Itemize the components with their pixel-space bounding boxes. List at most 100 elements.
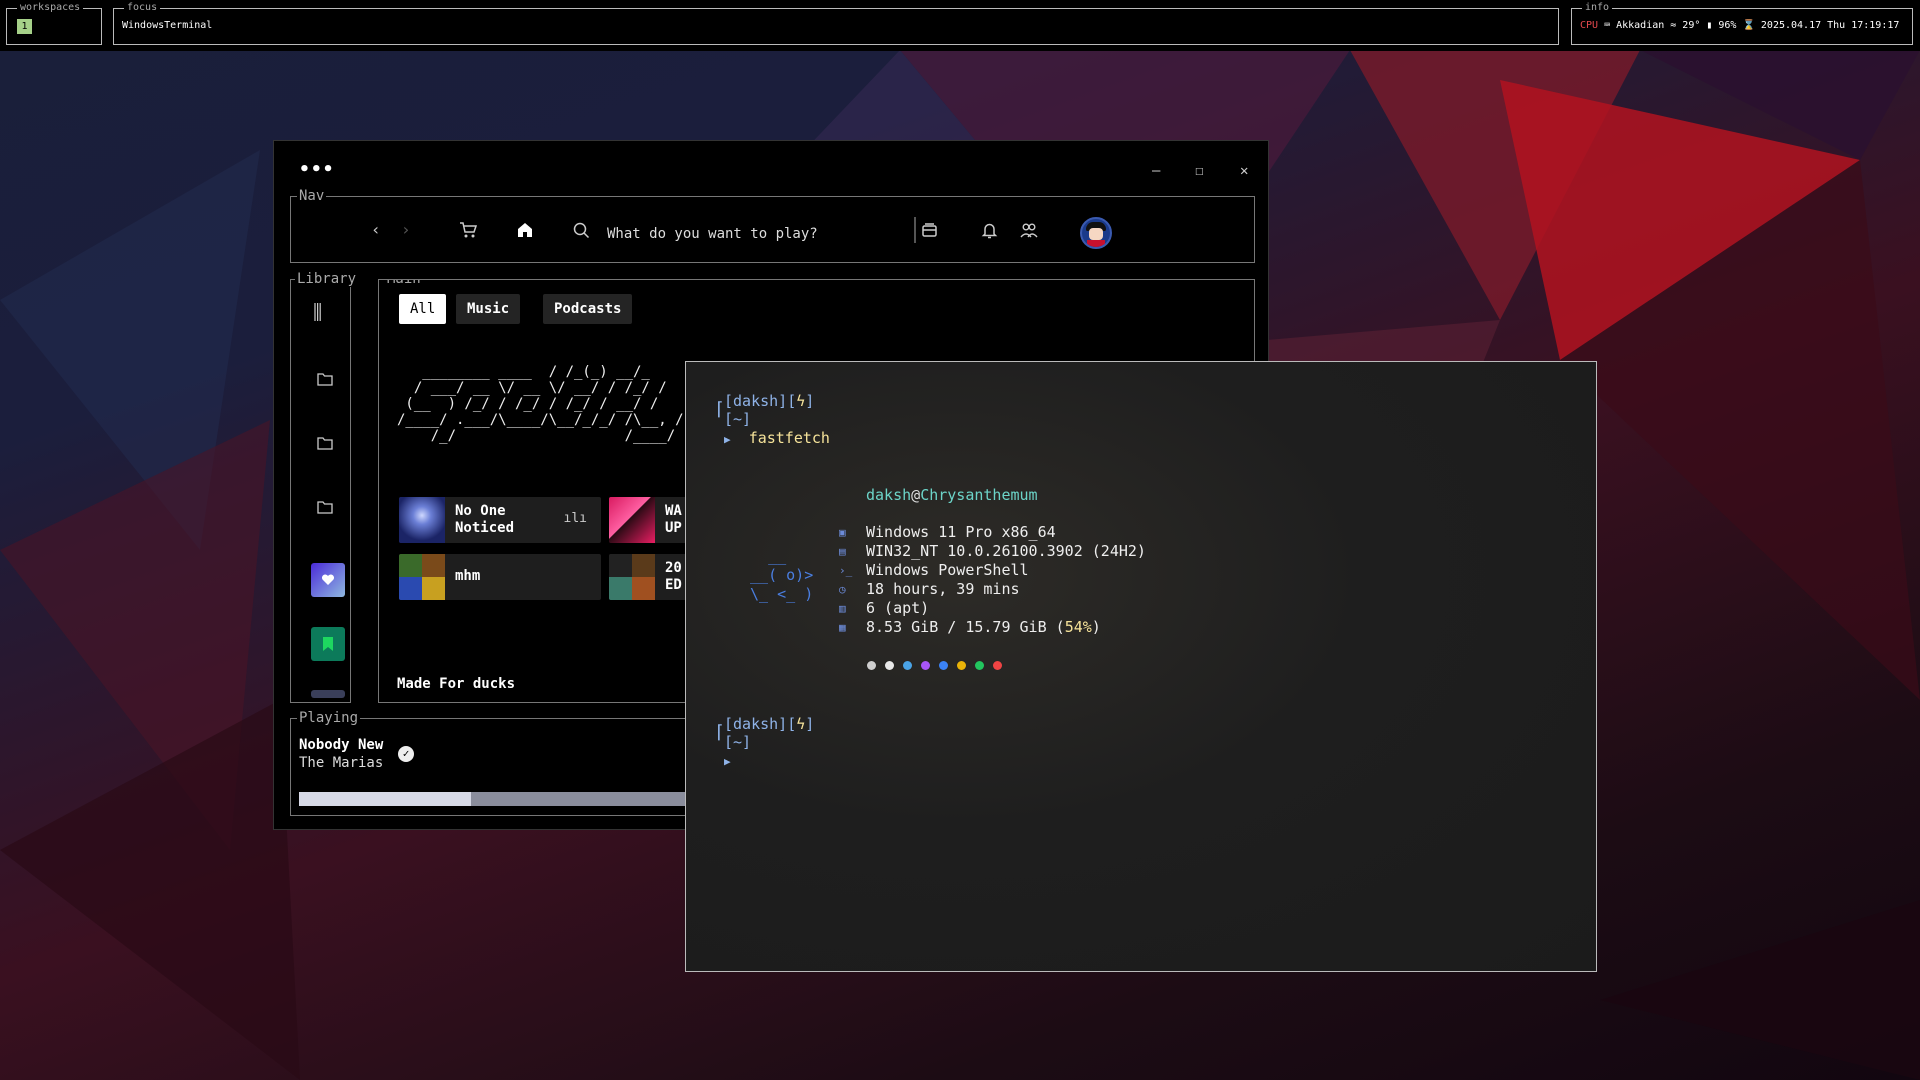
- chip-podcasts[interactable]: Podcasts: [543, 294, 633, 324]
- packages-info: ▥ 6 (apt): [839, 599, 930, 617]
- spotify-ascii-logo: ________ ____ / /_(_) __/_ / ___/ __ \/ …: [397, 364, 684, 444]
- kernel-icon: ▤: [839, 545, 846, 558]
- workspaces-label: workspaces: [17, 1, 84, 15]
- duck-ascii-logo: __ __( o)> \_ <_ ): [750, 547, 814, 603]
- battery-icon: ▮: [1706, 20, 1713, 31]
- nav-bar: Nav ‹ › What do you want to play?: [290, 188, 1255, 263]
- folder-icon[interactable]: [317, 500, 333, 514]
- minimize-button[interactable]: —: [1152, 163, 1160, 179]
- main-legend: Main: [385, 280, 423, 287]
- back-icon[interactable]: ‹: [371, 220, 381, 239]
- folder-icon[interactable]: [317, 436, 333, 450]
- liked-songs-tile[interactable]: [311, 563, 345, 597]
- prompt-bracket: ⌈: [714, 722, 725, 743]
- bookmark-icon: [323, 637, 333, 651]
- clock: 2025.04.17 Thu 17:19:17: [1760, 20, 1900, 31]
- color-dot: [867, 661, 876, 670]
- menu-dots-button[interactable]: •••: [299, 161, 335, 179]
- color-dot: [921, 661, 930, 670]
- search-input[interactable]: What do you want to play?: [607, 226, 818, 242]
- prompt-bracket: ⌈: [714, 399, 725, 420]
- workspace-button-1[interactable]: 1: [17, 19, 32, 34]
- kernel-info: ▤ WIN32_NT 10.0.26100.3902 (24H2): [839, 542, 1146, 560]
- liked-check-icon[interactable]: ✓: [398, 746, 414, 762]
- album-art: [399, 554, 445, 600]
- profile-avatar[interactable]: [1080, 217, 1112, 249]
- library-legend: Library: [295, 271, 359, 287]
- memory-icon: ▦: [839, 621, 846, 634]
- card-title-line2: ED: [665, 577, 682, 593]
- folder-icon[interactable]: [317, 372, 333, 386]
- shortcut-card[interactable]: No One Noticed ılı: [399, 497, 601, 543]
- maximize-button[interactable]: ☐: [1195, 163, 1203, 179]
- cart-icon[interactable]: [459, 221, 477, 239]
- library-icon[interactable]: ⫼: [313, 300, 322, 324]
- search-icon: [573, 222, 590, 239]
- focused-window-title: WindowsTerminal: [122, 20, 213, 31]
- color-dot: [975, 661, 984, 670]
- color-dot: [885, 661, 894, 670]
- keyboard-icon: ⌨: [1604, 20, 1611, 31]
- track-title[interactable]: Nobody New: [299, 737, 383, 753]
- windows-icon: ▣: [839, 526, 846, 539]
- friends-icon[interactable]: [1020, 222, 1038, 239]
- info-label: info: [1582, 1, 1613, 15]
- color-dot: [903, 661, 912, 670]
- color-dot: [939, 661, 948, 670]
- browse-icon[interactable]: [921, 222, 938, 239]
- album-art: [399, 497, 445, 543]
- card-title: mhm: [455, 568, 481, 584]
- prompt-line: [daksh][ϟ]: [724, 715, 815, 733]
- battery-level: 96%: [1718, 20, 1737, 31]
- cpu-indicator: CPU: [1580, 20, 1599, 31]
- library-item-tile[interactable]: [311, 690, 345, 698]
- section-heading: Made For ducks: [397, 676, 516, 692]
- heart-icon: [321, 574, 335, 585]
- command-text: fastfetch: [748, 429, 830, 447]
- playing-legend: Playing: [297, 710, 361, 726]
- user-host: daksh@Chrysanthemum: [866, 486, 1038, 504]
- focus-label: focus: [124, 1, 161, 15]
- color-dot: [993, 661, 1002, 670]
- uptime-info: ◷ 18 hours, 39 mins: [839, 580, 1020, 598]
- forward-icon[interactable]: ›: [401, 220, 411, 239]
- chip-music[interactable]: Music: [456, 294, 521, 324]
- chip-all[interactable]: All: [399, 294, 447, 324]
- focus-panel: focus WindowsTerminal: [113, 1, 1559, 45]
- nav-legend: Nav: [297, 188, 327, 204]
- status-bar: workspaces 1 focus WindowsTerminal info …: [0, 0, 1920, 51]
- prompt-arrow-icon: ▶: [724, 755, 731, 768]
- close-button[interactable]: ✕: [1240, 163, 1248, 179]
- keyboard-layout: Akkadian: [1616, 20, 1665, 31]
- command-line: ▶ fastfetch: [724, 429, 830, 449]
- hourglass-icon: ⌛: [1742, 20, 1755, 31]
- album-art: [609, 554, 655, 600]
- card-title: No One: [455, 503, 506, 519]
- workspaces-panel: workspaces 1: [6, 1, 102, 45]
- prompt-dir: [~]: [724, 733, 752, 751]
- playing-equalizer-icon: ılı: [563, 511, 587, 526]
- terminal-window[interactable]: [daksh][ϟ] [~] ⌈ ▶ fastfetch daksh@Chrys…: [685, 361, 1597, 972]
- card-title-line2: Noticed: [455, 520, 515, 536]
- info-panel: info CPU ⌨ Akkadian ≈29° ▮ 96% ⌛ 2025.04.17 Thu…: [1571, 1, 1913, 45]
- bell-icon[interactable]: [981, 222, 998, 239]
- prompt-dir: [~]: [724, 410, 752, 428]
- prompt-line: [daksh][ϟ]: [724, 392, 815, 410]
- track-artist[interactable]: The Marias: [299, 755, 383, 771]
- prompt-arrow-icon: ▶: [724, 433, 731, 446]
- temperature: 29°: [1682, 20, 1701, 31]
- wifi-icon: ≈: [1670, 20, 1677, 31]
- saved-episodes-tile[interactable]: [311, 627, 345, 661]
- clock-icon: ◷: [839, 583, 846, 596]
- card-title: WA: [665, 503, 682, 519]
- shortcut-card[interactable]: mhm: [399, 554, 601, 600]
- shell-icon: ›_: [839, 564, 853, 577]
- shell-info: ›_ Windows PowerShell: [839, 561, 1029, 579]
- home-icon[interactable]: [516, 221, 534, 239]
- library-panel: Library ⫼: [290, 271, 359, 703]
- card-title: 20: [665, 560, 682, 576]
- color-dot: [957, 661, 966, 670]
- os-info: ▣ Windows 11 Pro x86_64: [839, 523, 1056, 541]
- package-icon: ▥: [839, 602, 846, 615]
- album-art: [609, 497, 655, 543]
